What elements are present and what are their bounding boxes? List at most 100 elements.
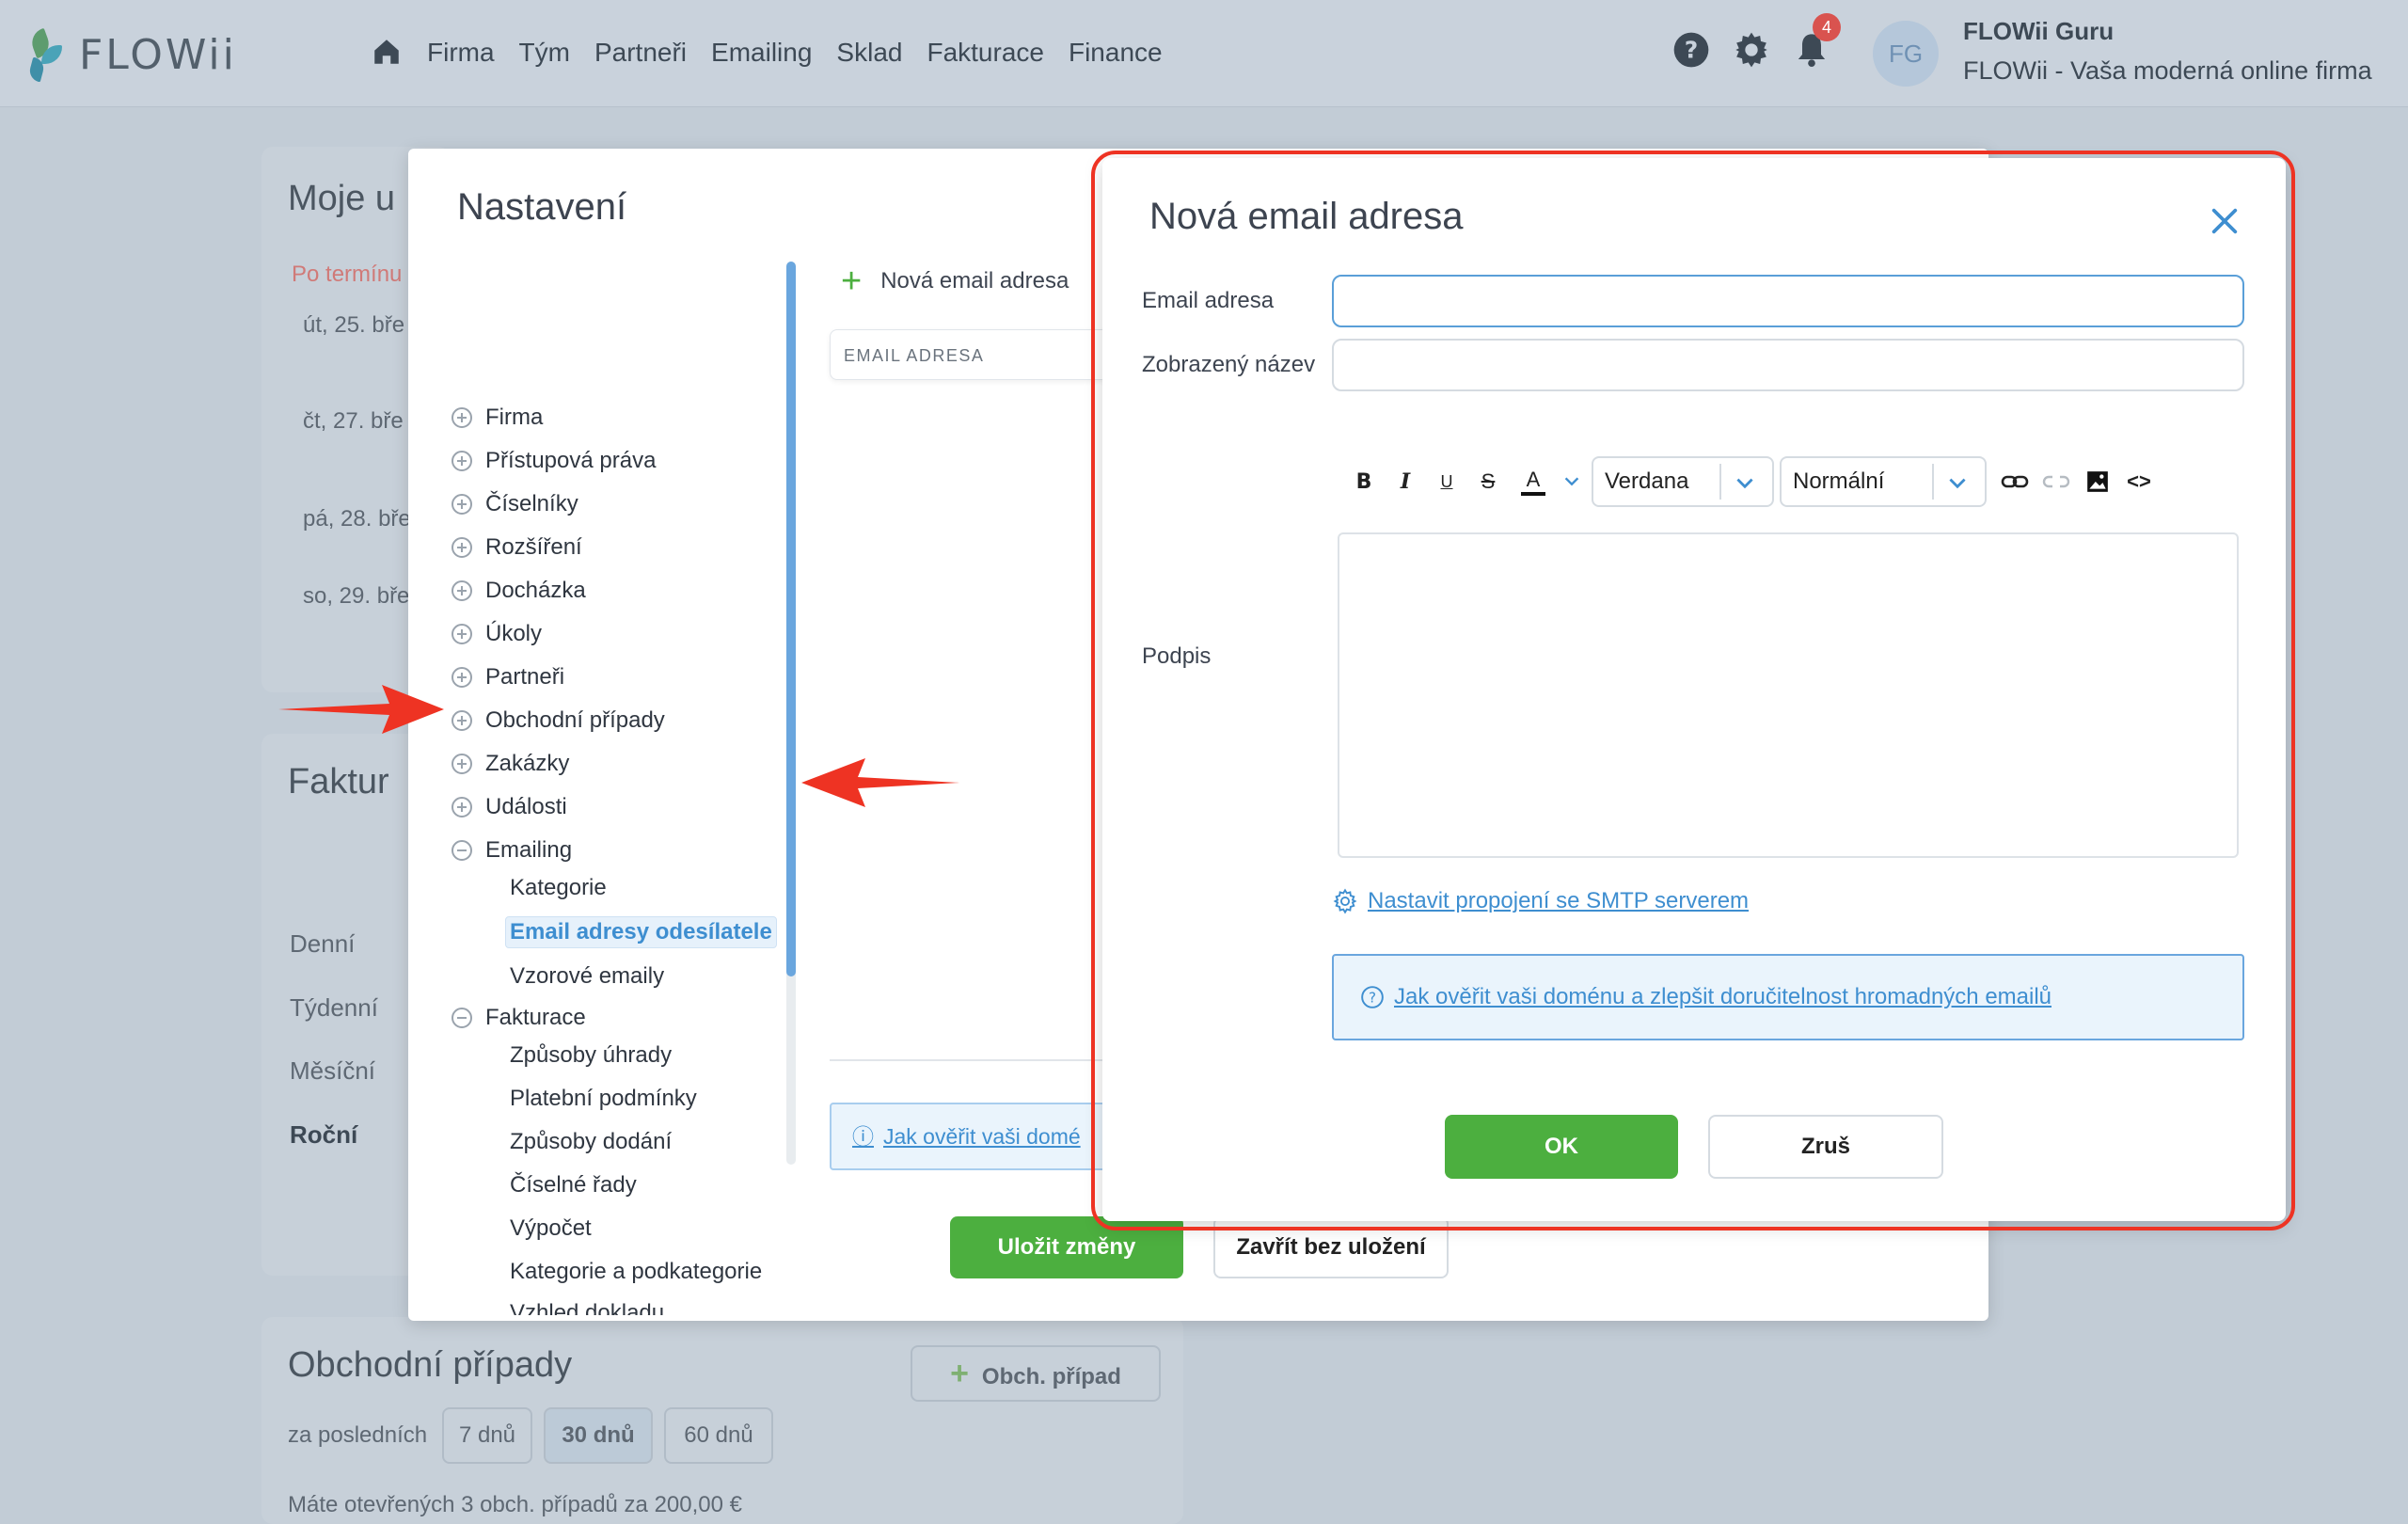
annotation-arrow-right-icon bbox=[278, 685, 444, 734]
dialog-title: Nová email adresa bbox=[1149, 196, 1464, 237]
cancel-button[interactable]: Zruš bbox=[1708, 1115, 1943, 1179]
period-weekly[interactable]: Týdenní bbox=[290, 993, 378, 1023]
period-monthly[interactable]: Měsíční bbox=[290, 1056, 375, 1086]
new-email-address-link[interactable]: + Nová email adresa bbox=[841, 263, 1069, 299]
tree-item-pristupova-prava[interactable]: Přístupová práva bbox=[452, 448, 656, 474]
task-date: čt, 27. bře bbox=[303, 408, 404, 434]
unlink-icon[interactable] bbox=[2036, 461, 2077, 502]
nav-item-fakturace[interactable]: Fakturace bbox=[927, 36, 1044, 70]
svg-text:?: ? bbox=[1685, 36, 1699, 63]
text-color-icon[interactable]: A bbox=[1509, 461, 1558, 502]
user-name[interactable]: FLOWii Guru bbox=[1963, 17, 2114, 46]
font-family-select[interactable]: Verdana bbox=[1592, 456, 1774, 507]
bold-icon[interactable]: B bbox=[1343, 461, 1385, 502]
tree-item-udalosti[interactable]: Události bbox=[452, 794, 567, 820]
tree-sub-vypocet[interactable]: Výpočet bbox=[510, 1215, 592, 1242]
tree-item-zakazky[interactable]: Zakázky bbox=[452, 751, 569, 777]
close-icon[interactable] bbox=[2209, 205, 2241, 237]
font-size-value: Normální bbox=[1793, 468, 1885, 494]
signature-editor[interactable] bbox=[1338, 532, 2239, 858]
strikethrough-icon[interactable]: S bbox=[1467, 461, 1509, 502]
new-email-address-label: Nová email adresa bbox=[880, 268, 1069, 294]
chevron-down-icon[interactable] bbox=[1558, 461, 1586, 502]
period-daily[interactable]: Denní bbox=[290, 929, 355, 959]
avatar[interactable]: FG bbox=[1873, 21, 1939, 87]
new-email-dialog: Nová email adresa Email adresa Zobrazený… bbox=[1102, 158, 2286, 1221]
italic-icon[interactable]: I bbox=[1385, 461, 1426, 502]
tree-item-emailing[interactable]: Emailing bbox=[452, 837, 572, 864]
tree-sub-zpusoby-uhrady[interactable]: Způsoby úhrady bbox=[510, 1042, 672, 1069]
tree-item-label: Úkoly bbox=[485, 621, 543, 646]
tree-item-firma[interactable]: Firma bbox=[452, 405, 543, 431]
tree-item-ciselniky[interactable]: Číselníky bbox=[452, 491, 578, 517]
collapse-icon bbox=[452, 840, 472, 861]
link-icon[interactable] bbox=[1994, 461, 2036, 502]
deals-period-60[interactable]: 60 dnů bbox=[664, 1407, 773, 1464]
tree-item-label: Docházka bbox=[485, 578, 586, 603]
nav-item-tym[interactable]: Tým bbox=[519, 36, 570, 70]
domain-verification-info-box[interactable]: ? Jak ověřit vaši doménu a zlepšit doruč… bbox=[1332, 954, 2244, 1040]
tree-item-ukoly[interactable]: Úkoly bbox=[452, 621, 542, 647]
expand-icon bbox=[452, 494, 472, 515]
add-deal-button[interactable]: + Obch. případ bbox=[911, 1345, 1161, 1402]
period-yearly[interactable]: Roční bbox=[290, 1120, 357, 1150]
tasks-card-title: Moje u bbox=[288, 179, 396, 218]
tree-item-partneri[interactable]: Partneři bbox=[452, 664, 564, 691]
expand-icon bbox=[452, 407, 472, 428]
annotation-arrow-left-icon bbox=[801, 758, 959, 807]
close-without-saving-button[interactable]: Zavřít bez uložení bbox=[1213, 1216, 1449, 1278]
tree-sub-kategorie[interactable]: Kategorie bbox=[510, 875, 607, 901]
tree-sub-zpusoby-dodani[interactable]: Způsoby dodání bbox=[510, 1129, 672, 1155]
expand-icon bbox=[452, 451, 472, 471]
flowii-logo[interactable]: FLOWii bbox=[24, 26, 237, 83]
nav-item-firma[interactable]: Firma bbox=[427, 36, 495, 70]
email-address-input[interactable] bbox=[1332, 275, 2244, 327]
tree-item-label: Rozšíření bbox=[485, 534, 582, 560]
tree-sub-kategorie-a-podkategorie[interactable]: Kategorie a podkategorie bbox=[510, 1259, 762, 1285]
deals-period-label: za posledních bbox=[288, 1422, 428, 1448]
tree-sub-platebni-podminky[interactable]: Platební podmínky bbox=[510, 1086, 697, 1112]
tasks-overdue-tab[interactable]: Po termínu bbox=[292, 262, 402, 288]
tree-item-fakturace[interactable]: Fakturace bbox=[452, 1005, 586, 1031]
nav-item-finance[interactable]: Finance bbox=[1069, 36, 1163, 70]
tree-sub-ciselne-rady[interactable]: Číselné řady bbox=[510, 1172, 637, 1199]
list-divider bbox=[830, 1059, 1112, 1061]
tree-item-rozsireni[interactable]: Rozšíření bbox=[452, 534, 582, 561]
nav-item-sklad[interactable]: Sklad bbox=[836, 36, 902, 70]
chevron-down-icon bbox=[1736, 478, 1753, 489]
display-name-input[interactable] bbox=[1332, 339, 2244, 391]
font-size-select[interactable]: Normální bbox=[1780, 456, 1987, 507]
tree-item-label: Číselníky bbox=[485, 491, 578, 516]
task-date: pá, 28. bře bbox=[303, 506, 411, 532]
nav-item-partneri[interactable]: Partneři bbox=[594, 36, 687, 70]
code-icon[interactable]: <> bbox=[2118, 461, 2160, 502]
add-deal-label: Obch. případ bbox=[981, 1364, 1121, 1389]
deals-period-30[interactable]: 30 dnů bbox=[544, 1407, 653, 1464]
column-header-email-adresa[interactable]: EMAIL ADRESA bbox=[830, 329, 1112, 380]
help-circle-icon: ? bbox=[1361, 986, 1384, 1008]
tree-item-obchodni-pripady[interactable]: Obchodní případy bbox=[452, 707, 665, 734]
image-icon[interactable] bbox=[2077, 461, 2118, 502]
smtp-settings-link[interactable]: Nastavit propojení se SMTP serverem bbox=[1332, 888, 1749, 914]
tree-sub-vzorove-emaily[interactable]: Vzorové emaily bbox=[510, 963, 664, 990]
deals-period-7[interactable]: 7 dnů bbox=[442, 1407, 532, 1464]
tree-sub-vzhled-dokladu[interactable]: Vzhled dokladu bbox=[510, 1300, 664, 1315]
gear-icon[interactable] bbox=[1733, 31, 1770, 69]
font-family-value: Verdana bbox=[1605, 468, 1689, 494]
expand-icon bbox=[452, 797, 472, 818]
logo-text: FLOWii bbox=[79, 30, 237, 79]
save-changes-button[interactable]: Uložit změny bbox=[950, 1216, 1183, 1278]
help-icon[interactable]: ? bbox=[1672, 31, 1710, 69]
expand-icon bbox=[452, 624, 472, 644]
home-icon[interactable] bbox=[370, 36, 404, 68]
tree-item-dochazka[interactable]: Docházka bbox=[452, 578, 586, 604]
ok-button[interactable]: OK bbox=[1445, 1115, 1678, 1179]
chevron-down-icon bbox=[1949, 478, 1966, 489]
domain-verification-info-link[interactable]: ⓘ Jak ověřit vaši domé bbox=[830, 1103, 1131, 1170]
nav-item-emailing[interactable]: Emailing bbox=[711, 36, 812, 70]
underline-icon[interactable]: U bbox=[1426, 461, 1467, 502]
domain-verification-info-label: Jak ověřit vaši domé bbox=[883, 1124, 1081, 1149]
email-address-label: Email adresa bbox=[1142, 288, 1275, 313]
tree-scrollbar-thumb[interactable] bbox=[786, 262, 796, 976]
tree-sub-email-adresy-odesilatele[interactable]: Email adresy odesílatele bbox=[505, 916, 777, 948]
